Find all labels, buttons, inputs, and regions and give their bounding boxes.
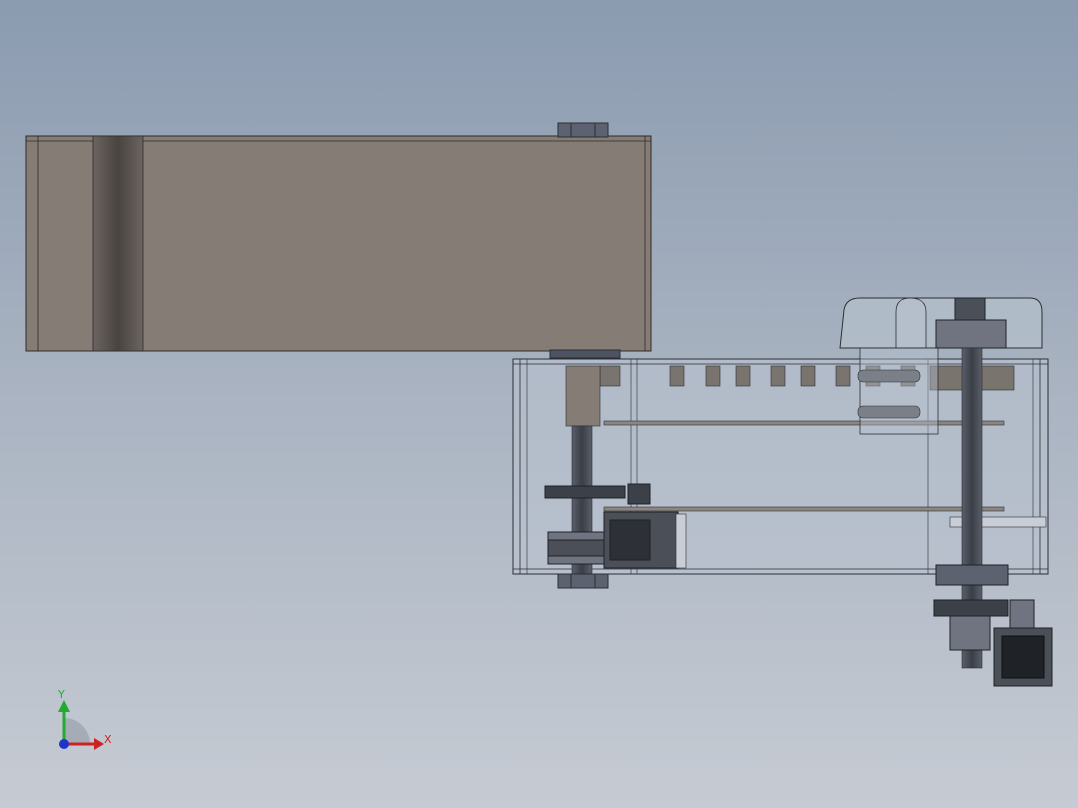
3d-graphics-viewport[interactable]: Y X bbox=[0, 0, 1078, 808]
axis-x-label: X bbox=[104, 733, 112, 746]
cad-model-scene[interactable] bbox=[0, 0, 1078, 808]
axis-y-label: Y bbox=[58, 688, 65, 701]
upper-arm-link[interactable] bbox=[25, 122, 652, 359]
coordinate-triad-icon bbox=[58, 700, 104, 750]
